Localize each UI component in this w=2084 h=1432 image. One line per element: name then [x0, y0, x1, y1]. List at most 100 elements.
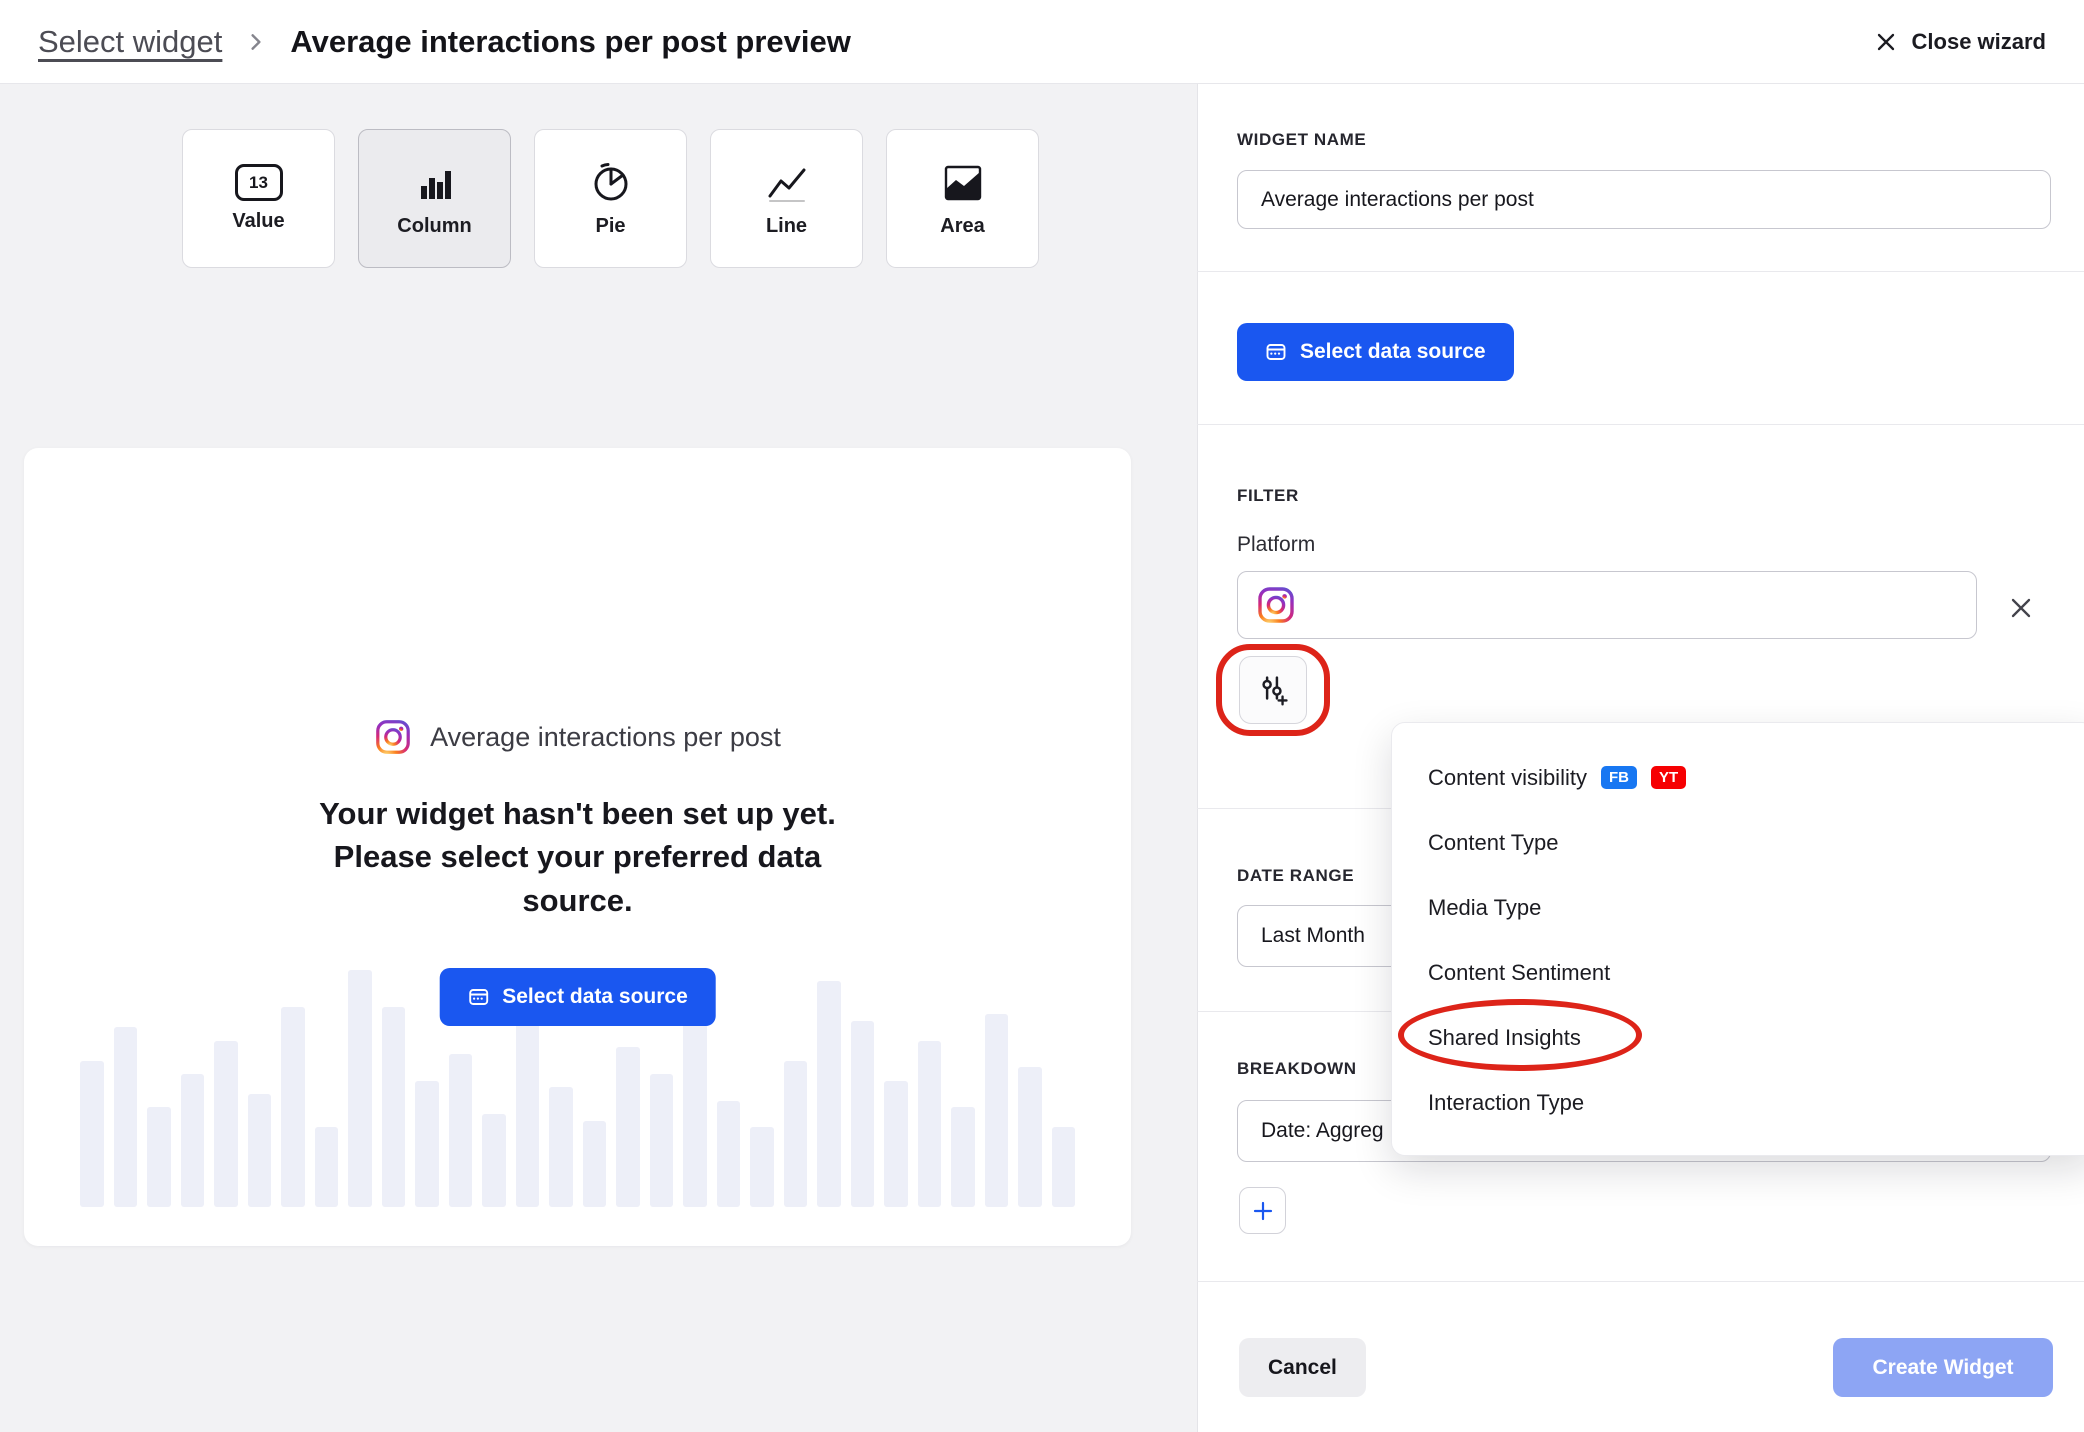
placeholder-bar — [449, 1054, 473, 1207]
instagram-icon — [1256, 585, 1296, 625]
placeholder-bar — [147, 1107, 171, 1207]
placeholder-bar — [851, 1021, 875, 1207]
breadcrumb-select-widget[interactable]: Select widget — [38, 24, 222, 60]
menu-item-content-type[interactable]: Content Type — [1392, 810, 2084, 875]
area-chart-icon — [940, 160, 986, 206]
placeholder-bar — [80, 1061, 104, 1207]
date-range-label: DATE RANGE — [1237, 866, 1354, 886]
close-wizard-label: Close wizard — [1912, 29, 2046, 55]
placeholder-bar — [817, 981, 841, 1207]
menu-item-label: Content Sentiment — [1428, 960, 1610, 986]
placeholder-bar — [918, 1041, 942, 1207]
placeholder-bar — [348, 970, 372, 1207]
widget-type-label: Area — [940, 215, 984, 238]
placeholder-bar — [650, 1074, 674, 1207]
placeholder-bar — [985, 1014, 1009, 1207]
breakdown-value: Date: Aggreg — [1261, 1119, 1384, 1143]
filter-sliders-plus-icon — [1256, 673, 1290, 707]
select-data-source-button[interactable]: Select data source — [439, 968, 716, 1026]
placeholder-bar — [114, 1027, 138, 1207]
menu-item-label: Content Type — [1428, 830, 1558, 856]
data-source-icon — [1265, 341, 1287, 363]
placeholder-bar — [248, 1094, 272, 1207]
widget-type-label: Column — [397, 215, 471, 238]
menu-item-label: Content visibility — [1428, 765, 1587, 791]
plus-icon — [1251, 1199, 1275, 1223]
add-filter-menu: Content visibility FB YT Content Type Me… — [1391, 722, 2084, 1156]
placeholder-bar — [750, 1127, 774, 1207]
placeholder-bar — [616, 1047, 640, 1207]
widget-name-label: WIDGET NAME — [1237, 130, 1366, 150]
select-data-source-button[interactable]: Select data source — [1237, 323, 1514, 381]
close-icon — [1874, 30, 1898, 54]
line-chart-icon — [764, 160, 810, 206]
placeholder-bar — [784, 1061, 808, 1207]
placeholder-bar — [884, 1081, 908, 1207]
placeholder-bar — [382, 1007, 406, 1207]
placeholder-bar — [549, 1087, 573, 1207]
platform-filter-input[interactable] — [1237, 571, 1977, 639]
widget-type-label: Line — [766, 215, 807, 238]
placeholder-bar — [214, 1041, 238, 1207]
preview-source-row: Average interactions per post — [24, 718, 1131, 756]
placeholder-bar — [683, 1014, 707, 1207]
instagram-icon — [374, 718, 412, 756]
column-chart-icon — [412, 160, 458, 206]
add-filter-button[interactable] — [1239, 656, 1307, 724]
divider — [1197, 271, 2084, 272]
select-data-source-label: Select data source — [502, 985, 688, 1009]
widget-type-line[interactable]: Line — [710, 129, 863, 268]
widget-preview-card: Average interactions per post Your widge… — [24, 448, 1131, 1246]
menu-item-media-type[interactable]: Media Type — [1392, 875, 2084, 940]
close-wizard-button[interactable]: Close wizard — [1874, 29, 2046, 55]
menu-item-interaction-type[interactable]: Interaction Type — [1392, 1070, 2084, 1135]
widget-type-label: Pie — [595, 215, 625, 238]
breakdown-label: BREAKDOWN — [1237, 1059, 1357, 1079]
remove-platform-filter-button[interactable] — [2006, 593, 2036, 623]
create-widget-button[interactable]: Create Widget — [1833, 1338, 2053, 1397]
placeholder-bar — [315, 1127, 339, 1207]
value-13-icon: 13 — [235, 164, 283, 201]
breadcrumb-chevron-icon — [246, 32, 266, 52]
cancel-button[interactable]: Cancel — [1239, 1338, 1366, 1397]
menu-item-label: Interaction Type — [1428, 1090, 1584, 1116]
widget-type-label: Value — [232, 210, 284, 233]
widget-name-input[interactable] — [1237, 170, 2051, 229]
placeholder-bar — [415, 1081, 439, 1207]
placeholder-bar — [482, 1114, 506, 1207]
placeholder-bar — [1052, 1127, 1076, 1207]
widget-type-selector: 13 Value Column Pie Line Area — [182, 129, 1039, 268]
menu-item-label: Media Type — [1428, 895, 1541, 921]
data-source-icon — [467, 986, 489, 1008]
divider — [1197, 1281, 2084, 1282]
filter-section-label: FILTER — [1237, 486, 1299, 506]
placeholder-bar — [181, 1074, 205, 1207]
page-title: Average interactions per post preview — [290, 24, 850, 60]
menu-item-content-visibility[interactable]: Content visibility FB YT — [1392, 745, 2084, 810]
placeholder-bar — [281, 1007, 305, 1207]
youtube-badge: YT — [1651, 766, 1686, 789]
add-breakdown-button[interactable] — [1239, 1187, 1286, 1234]
placeholder-bar — [1018, 1067, 1042, 1207]
placeholder-bar — [717, 1101, 741, 1207]
wizard-header: Select widget Average interactions per p… — [0, 0, 2084, 84]
menu-item-shared-insights[interactable]: Shared Insights — [1392, 1005, 2084, 1070]
select-data-source-label: Select data source — [1300, 340, 1486, 364]
preview-source-title: Average interactions per post — [430, 722, 781, 753]
menu-item-content-sentiment[interactable]: Content Sentiment — [1392, 940, 2084, 1005]
platform-filter-label: Platform — [1237, 533, 1315, 557]
widget-type-pie[interactable]: Pie — [534, 129, 687, 268]
divider — [1197, 424, 2084, 425]
widget-type-value[interactable]: 13 Value — [182, 129, 335, 268]
date-range-value: Last Month — [1261, 924, 1365, 948]
placeholder-bar — [583, 1121, 607, 1207]
pie-chart-icon — [588, 160, 634, 206]
placeholder-bar — [516, 1021, 540, 1207]
preview-empty-message: Your widget hasn't been set up yet. Plea… — [278, 792, 878, 922]
close-icon — [2006, 593, 2036, 623]
menu-item-label: Shared Insights — [1428, 1025, 1581, 1051]
widget-type-area[interactable]: Area — [886, 129, 1039, 268]
facebook-badge: FB — [1601, 766, 1637, 789]
widget-type-column[interactable]: Column — [358, 129, 511, 268]
placeholder-bar — [951, 1107, 975, 1207]
